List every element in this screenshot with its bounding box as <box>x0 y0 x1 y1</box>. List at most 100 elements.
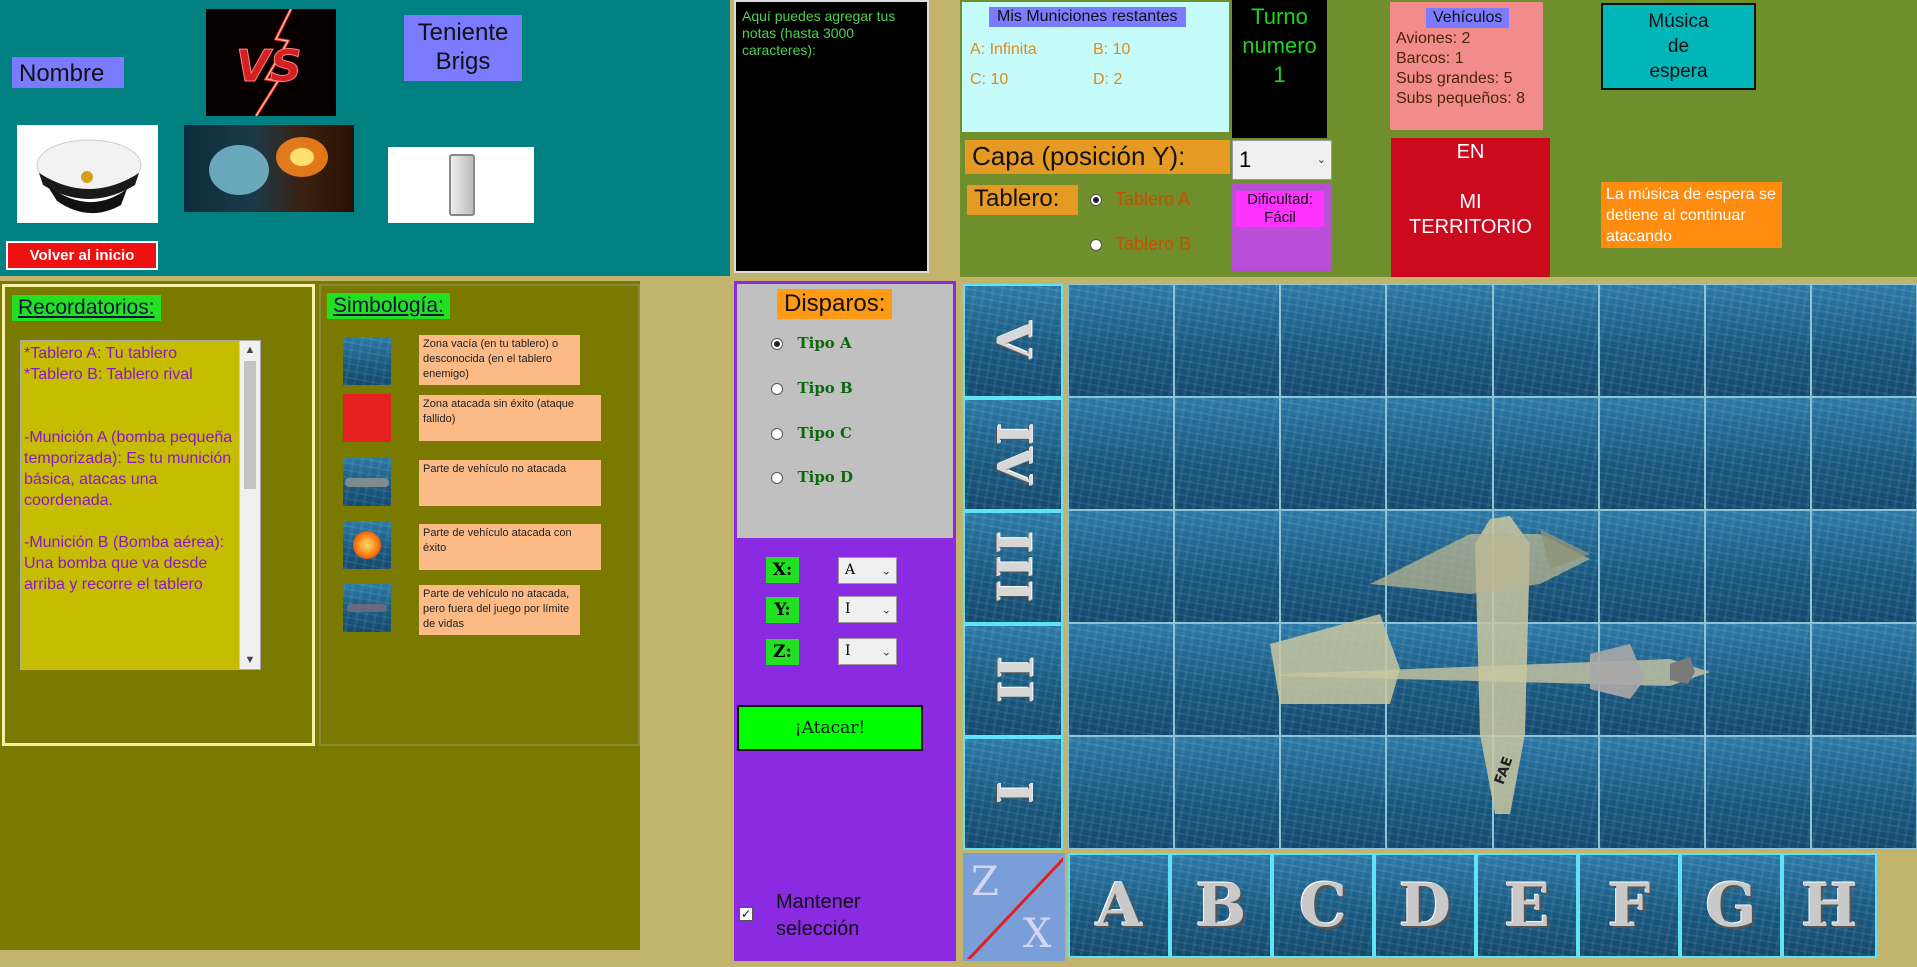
board-cell[interactable] <box>1492 397 1599 510</box>
board-cell[interactable] <box>1174 736 1281 849</box>
board-cell[interactable] <box>1280 397 1387 510</box>
board-cell[interactable] <box>1386 736 1493 849</box>
shot-type-d[interactable]: Tipo D <box>771 468 853 487</box>
captain-hat-image <box>17 125 158 223</box>
board-cell[interactable] <box>1598 510 1705 623</box>
board-cell[interactable] <box>1810 736 1917 849</box>
board-cell[interactable] <box>1068 510 1175 623</box>
corner-z-label: Z <box>971 859 999 905</box>
board-cell[interactable] <box>1280 736 1387 849</box>
y-header-i: I <box>963 737 1063 850</box>
board-cell[interactable] <box>1068 623 1175 736</box>
keep-selection-checkbox[interactable]: ✓ <box>739 907 753 921</box>
attack-button[interactable]: ¡Atacar! <box>737 705 923 751</box>
vehicles-planes: Aviones: 2 <box>1396 30 1471 47</box>
board-cell[interactable] <box>1810 510 1917 623</box>
notes-textarea[interactable]: Aquí puedes agregar tus notas (hasta 300… <box>734 0 929 273</box>
board-cell[interactable] <box>1810 397 1917 510</box>
layer-select[interactable]: 1 ⌄ <box>1232 140 1332 180</box>
board-cell[interactable] <box>1810 623 1917 736</box>
board-cell[interactable] <box>1704 623 1811 736</box>
y-select[interactable]: I ⌄ <box>838 596 897 623</box>
scrollbar[interactable]: ▲ ▼ <box>239 341 260 669</box>
corner-axes: Z X <box>963 853 1065 961</box>
reminders-title: Recordatorios: <box>12 295 161 321</box>
x-header-b: B <box>1170 853 1272 958</box>
board-option-b[interactable]: Tablero B <box>1090 234 1191 255</box>
board-cell[interactable] <box>1174 397 1281 510</box>
radio-icon <box>771 471 783 484</box>
board-cell[interactable] <box>1280 284 1387 397</box>
x-select[interactable]: A ⌄ <box>838 557 897 584</box>
layer-select-value: 1 <box>1239 147 1252 172</box>
scroll-thumb[interactable] <box>244 361 256 489</box>
ammo-title: Mis Municiones restantes <box>989 7 1186 27</box>
ammo-panel: Mis Municiones restantes A: Infinita B: … <box>962 2 1229 132</box>
toggle-switch-image[interactable] <box>388 147 534 223</box>
scroll-down-icon[interactable]: ▼ <box>240 651 260 669</box>
board-cell[interactable] <box>1174 623 1281 736</box>
symbology-failed-attack: Zona atacada sin éxito (ataque fallido) <box>419 395 601 441</box>
y-header-iii: III <box>963 511 1063 624</box>
hold-music-note: La música de espera se detiene al contin… <box>1601 182 1782 248</box>
empty-zone-icon <box>343 337 391 385</box>
x-header-d: D <box>1374 853 1476 958</box>
y-header-ii: II <box>963 624 1063 737</box>
vehicles-small-subs: Subs pequeños: 8 <box>1396 90 1525 107</box>
board-cell[interactable] <box>1704 284 1811 397</box>
vs-image: VS <box>206 9 336 116</box>
board-cell[interactable] <box>1598 623 1705 736</box>
board-cell[interactable] <box>1280 623 1387 736</box>
chevron-down-icon: ⌄ <box>881 564 891 577</box>
reminders-textbox[interactable]: *Tablero A: Tu tablero *Tablero B: Table… <box>20 340 261 670</box>
shot-type-a[interactable]: Tipo A <box>771 334 852 353</box>
back-to-start-button[interactable]: Volver al inicio <box>6 241 158 270</box>
board-cell[interactable] <box>1492 736 1599 849</box>
player-panel: Nombre VS Teniente Brigs Volver al inici… <box>0 0 730 276</box>
board-cell[interactable] <box>1386 284 1493 397</box>
shot-type-c[interactable]: Tipo C <box>771 424 852 443</box>
x-header-f: F <box>1578 853 1680 958</box>
board-cell[interactable] <box>1068 284 1175 397</box>
board-cell[interactable] <box>1174 284 1281 397</box>
board-cell[interactable] <box>1068 397 1175 510</box>
board-cell[interactable] <box>1280 510 1387 623</box>
radio-selected-icon <box>771 337 783 350</box>
board-cell[interactable] <box>1704 397 1811 510</box>
x-header-h: H <box>1782 853 1877 958</box>
scroll-up-icon[interactable]: ▲ <box>240 341 260 359</box>
board-cell[interactable] <box>1386 510 1493 623</box>
info-panel: Recordatorios: *Tablero A: Tu tablero *T… <box>0 281 640 950</box>
board-cell[interactable] <box>1598 736 1705 849</box>
board-cell[interactable] <box>1492 510 1599 623</box>
ammo-c: C: 10 <box>970 71 1009 88</box>
shot-type-b[interactable]: Tipo B <box>771 379 853 398</box>
board-cell[interactable] <box>1704 510 1811 623</box>
board-cell[interactable] <box>1174 510 1281 623</box>
corner-x-label: X <box>1023 911 1052 957</box>
difficulty-label: Dificultad: Fácil <box>1236 191 1324 227</box>
vehicles-large-subs: Subs grandes: 5 <box>1396 70 1513 87</box>
board-cell[interactable] <box>1598 284 1705 397</box>
y-label: Y: <box>766 597 799 623</box>
vehicle-part-icon <box>343 458 391 506</box>
board-cell[interactable] <box>1068 736 1175 849</box>
board-cell[interactable] <box>1492 623 1599 736</box>
z-select[interactable]: I ⌄ <box>838 638 897 665</box>
board-cell[interactable] <box>1386 623 1493 736</box>
board-cell[interactable] <box>1810 284 1917 397</box>
hold-music-button[interactable]: Música de espera <box>1601 3 1756 90</box>
difficulty-panel: Dificultad: Fácil <box>1232 183 1332 271</box>
x-label: X: <box>766 557 799 583</box>
board-cell[interactable] <box>1704 736 1811 849</box>
turn-number: 1 <box>1273 62 1286 87</box>
board-cell[interactable] <box>1492 284 1599 397</box>
vehicle-hit-icon <box>343 521 391 569</box>
board-cell[interactable] <box>1386 397 1493 510</box>
layer-label: Capa (posición Y): <box>965 140 1230 174</box>
ammo-d: D: 2 <box>1093 71 1123 88</box>
board-cell[interactable] <box>1598 397 1705 510</box>
board-option-a[interactable]: Tablero A <box>1090 189 1190 210</box>
board-grid[interactable] <box>1068 284 1917 849</box>
game-board: V IV III II I FAE Z X A B C D E F G H <box>960 281 1917 961</box>
